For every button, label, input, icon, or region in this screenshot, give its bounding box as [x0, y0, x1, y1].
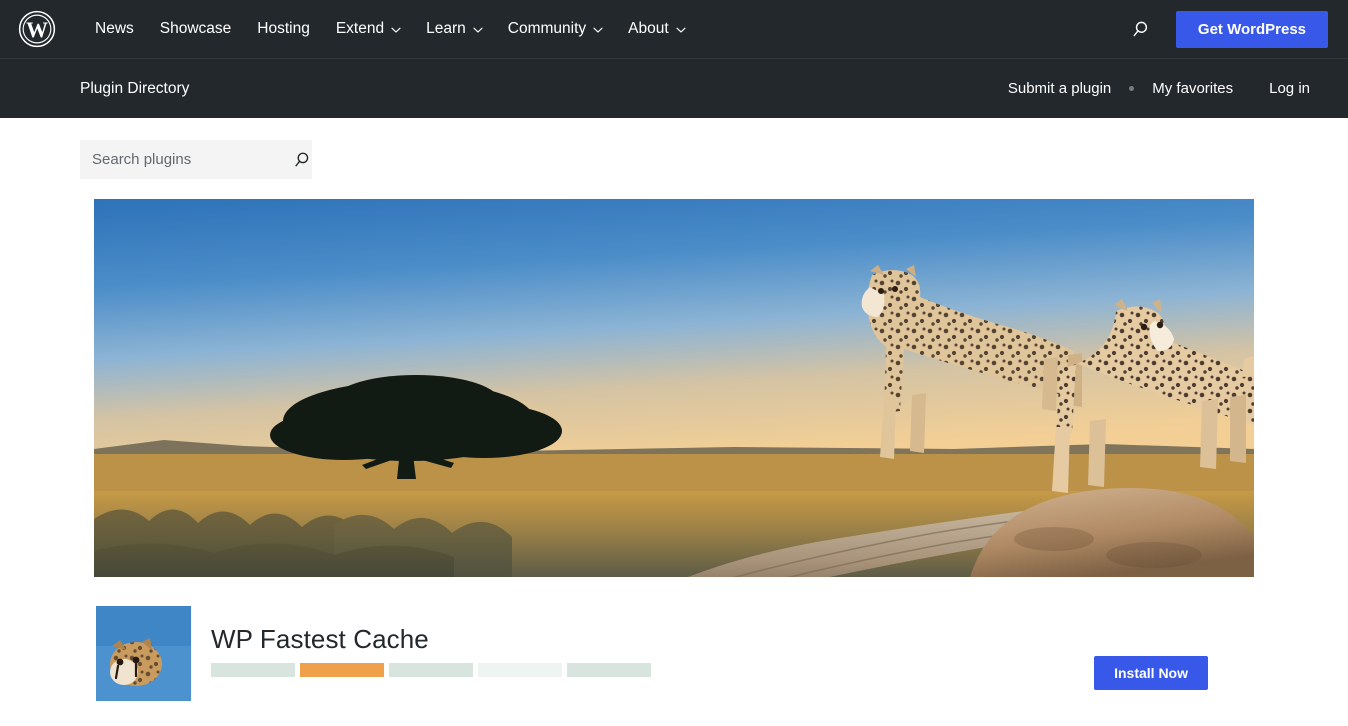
nav-item-showcase-label: Showcase: [159, 20, 232, 38]
submit-a-plugin-link[interactable]: Submit a plugin: [990, 80, 1129, 97]
nav-item-about-label: About: [628, 20, 669, 38]
star-icon: [211, 663, 295, 677]
install-now-button[interactable]: Install Now: [1094, 656, 1208, 690]
nav-item-learn-label: Learn: [426, 20, 466, 38]
plugin-directory-bar: Plugin Directory Submit a plugin My favo…: [0, 58, 1348, 118]
wordpress-logo-icon: W: [18, 10, 56, 48]
star-icon: [567, 663, 651, 677]
log-in-link[interactable]: Log in: [1251, 80, 1328, 97]
nav-item-community[interactable]: Community: [495, 21, 615, 37]
get-wordpress-button[interactable]: Get WordPress: [1175, 10, 1328, 48]
wordpress-logo[interactable]: W: [18, 10, 56, 48]
global-navigation-bar: W News Showcase Hosting Extend Learn Com…: [0, 0, 1348, 58]
chevron-down-icon: [473, 25, 483, 34]
nav-item-showcase[interactable]: Showcase: [147, 21, 245, 37]
primary-menu: News Showcase Hosting Extend Learn Commu…: [82, 21, 698, 37]
chevron-down-icon: [391, 25, 401, 34]
nav-item-about[interactable]: About: [615, 21, 698, 37]
chevron-down-icon: [593, 25, 603, 34]
search-input[interactable]: [80, 140, 291, 179]
my-favorites-link[interactable]: My favorites: [1134, 80, 1251, 97]
plugin-directory-title[interactable]: Plugin Directory: [80, 80, 189, 98]
star-icon: [300, 663, 384, 677]
svg-text:W: W: [26, 18, 48, 42]
plugin-thumbnail: [96, 606, 191, 701]
nav-item-news[interactable]: News: [82, 21, 147, 37]
nav-item-hosting-label: Hosting: [257, 20, 310, 38]
hero-banner-image: [94, 199, 1254, 577]
global-nav-actions: Get WordPress: [1128, 10, 1348, 48]
savanna-sunset-illustration: [94, 199, 1254, 577]
nav-item-extend[interactable]: Extend: [323, 21, 413, 37]
plugin-search-form: [80, 140, 312, 179]
nav-item-extend-label: Extend: [335, 20, 385, 38]
nav-item-learn[interactable]: Learn: [413, 21, 495, 37]
directory-links: Submit a plugin My favorites Log in: [990, 80, 1328, 97]
nav-item-community-label: Community: [507, 20, 587, 38]
chevron-down-icon: [676, 25, 686, 34]
search-icon: [294, 152, 308, 166]
nav-item-news-label: News: [95, 20, 134, 38]
star-icon: [478, 663, 562, 677]
cheetah-thumbnail-image: [96, 606, 191, 701]
page-content: WP Fastest Cache Install Now: [0, 118, 1348, 701]
star-icon: [389, 663, 473, 677]
nav-item-hosting[interactable]: Hosting: [244, 21, 323, 37]
plugin-rating: [211, 663, 651, 677]
plugin-result-card[interactable]: WP Fastest Cache Install Now: [94, 606, 1254, 726]
search-submit-button[interactable]: [291, 140, 312, 179]
plugin-title-link[interactable]: WP Fastest Cache: [211, 624, 429, 655]
search-icon[interactable]: [1128, 16, 1154, 42]
